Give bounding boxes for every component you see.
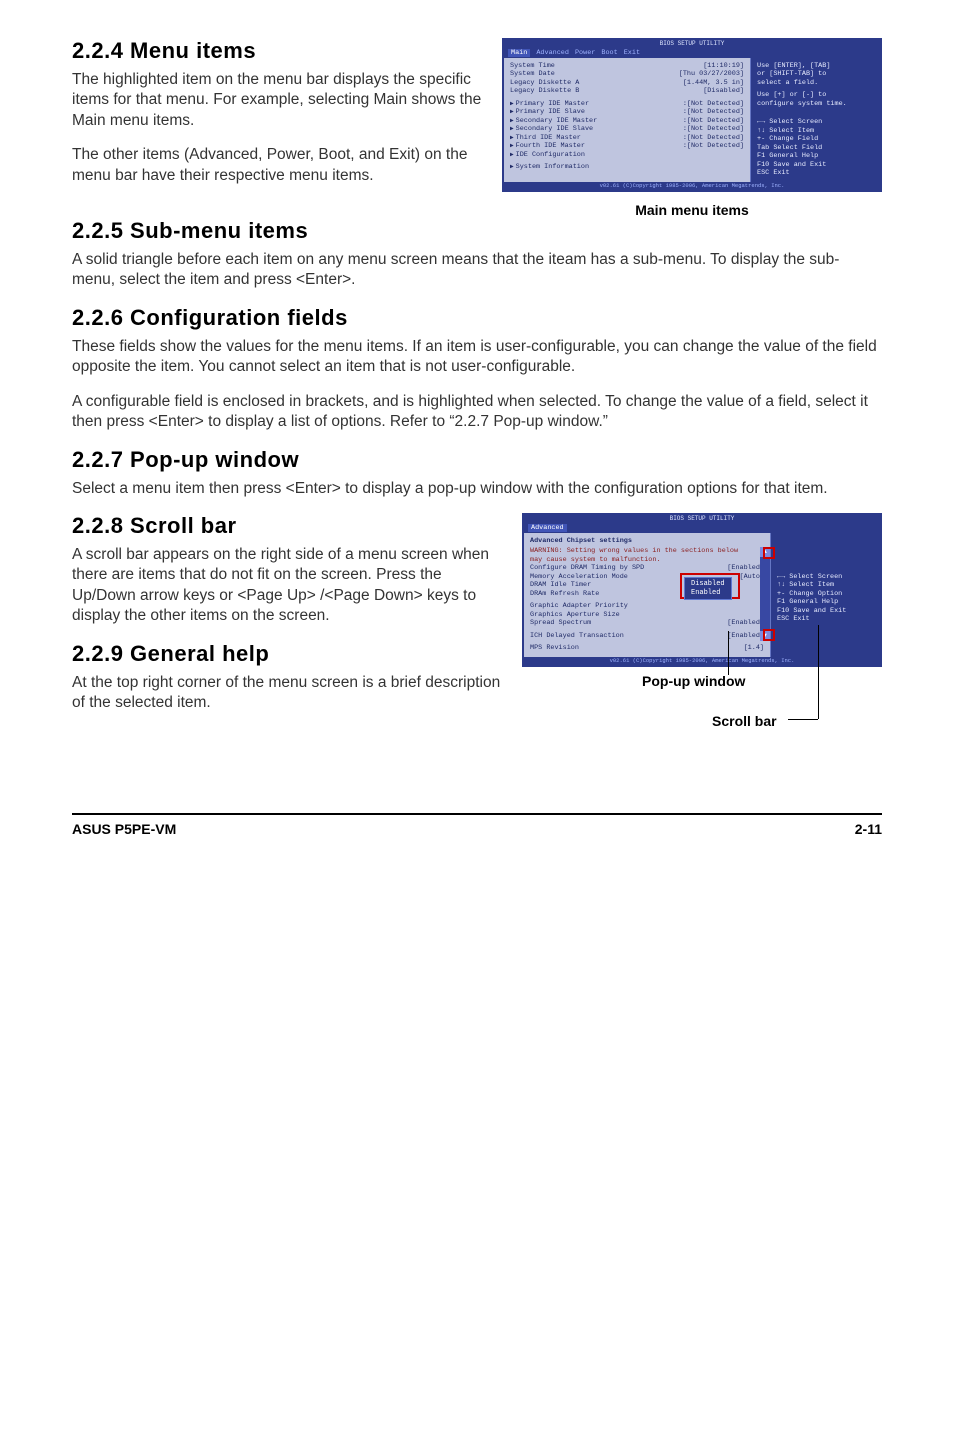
heading-228: 2.2.8 Scroll bar	[72, 513, 508, 539]
heading-224: 2.2.4 Menu items	[72, 38, 488, 64]
bios-field-value: :[Not Detected]	[683, 134, 744, 142]
bios-help-text: or [SHIFT-TAB] to	[757, 70, 874, 78]
bios-copyright: v02.61 (C)Copyright 1985-2006, American …	[504, 182, 880, 190]
bios-tabbar: Main Advanced Power Boot Exit	[504, 48, 880, 58]
bios-submenu-item: System Information	[516, 163, 744, 171]
bios-key-hint: ←→ Select Screen	[777, 573, 874, 581]
bios-tab: Advanced	[528, 524, 567, 532]
bios-warning-text: may cause system to malfunction.	[530, 556, 764, 564]
bios-field-label: Graphic Adapter Priority	[530, 602, 764, 610]
bios-field-label: ICH Delayed Transaction	[530, 632, 727, 640]
annotation-line	[728, 631, 729, 675]
bios-submenu-item: Primary IDE Master	[516, 100, 683, 108]
bios-field-label: System Date	[510, 70, 679, 78]
bios-tab: Power	[575, 49, 595, 57]
figure-caption-main-menu: Main menu items	[502, 202, 882, 218]
bios-key-hint: Tab Select Field	[757, 144, 874, 152]
bios-field-value: :[Not Detected]	[683, 108, 744, 116]
bios-scrollbar: ▲ ▼	[760, 547, 770, 641]
bios-tab: Boot	[601, 49, 617, 57]
bios-key-hint: ↑↓ Select Item	[777, 581, 874, 589]
bios-field-value: :[Not Detected]	[683, 125, 744, 133]
bios-field-value: [Thu 03/27/2003]	[679, 70, 744, 78]
bios-submenu-item: Third IDE Master	[516, 134, 683, 142]
annotation-scroll-label: Scroll bar	[712, 713, 777, 729]
para-228-1: A scroll bar appears on the right side o…	[72, 545, 508, 627]
bios-key-hint: +- Change Option	[777, 590, 874, 598]
bios-left-pane: Advanced Chipset settings WARNING: Setti…	[524, 533, 770, 657]
bios-submenu-item: Secondary IDE Master	[516, 117, 683, 125]
footer-page-number: 2-11	[855, 821, 882, 837]
bios-key-hint: F10 Save and Exit	[777, 607, 874, 615]
bios-help-text: configure system time.	[757, 100, 874, 108]
bios-field-label: MPS Revision	[530, 644, 744, 652]
bios-tab: Advanced	[536, 49, 569, 57]
bios-field-value: [Enabled]	[727, 564, 764, 572]
bios-help-text: Use [+] or [-] to	[757, 91, 874, 99]
bios-popup-option: Enabled	[691, 589, 725, 598]
bios-field-value: [Enabled]	[727, 632, 764, 640]
bios-field-value: [Disabled]	[703, 87, 744, 95]
scroll-down-icon: ▼	[760, 631, 770, 641]
bios-field-label: Legacy Diskette A	[510, 79, 683, 87]
bios-help-text: select a field.	[757, 79, 874, 87]
bios-key-hint: ESC Exit	[777, 615, 874, 623]
bios-field-label: Spread Spectrum	[530, 619, 727, 627]
para-229-1: At the top right corner of the menu scre…	[72, 673, 508, 714]
bios-field-value: :[Not Detected]	[683, 142, 744, 150]
bios-field-label: System Time	[510, 62, 703, 70]
footer-product: ASUS P5PE-VM	[72, 821, 176, 837]
bios-key-hint: ESC Exit	[757, 169, 874, 177]
para-224-2: The other items (Advanced, Power, Boot, …	[72, 145, 488, 186]
bios-key-hint: +- Change Field	[757, 135, 874, 143]
bios-popup-option: Disabled	[691, 580, 725, 589]
bios-field-value: [11:10:19]	[703, 62, 744, 70]
para-227-1: Select a menu item then press <Enter> to…	[72, 479, 882, 499]
annotation-popup-label: Pop-up window	[642, 673, 745, 689]
para-226-2: A configurable field is enclosed in brac…	[72, 392, 882, 433]
para-225-1: A solid triangle before each item on any…	[72, 250, 882, 291]
bios-submenu-item: Fourth IDE Master	[516, 142, 683, 150]
bios-field-value: :[Not Detected]	[683, 100, 744, 108]
bios-key-hint: F1 General Help	[777, 598, 874, 606]
bios-tab: Main	[508, 49, 530, 57]
bios-field-label: Graphics Aperture Size	[530, 611, 764, 619]
bios-key-hint: ←→ Select Screen	[757, 118, 874, 126]
para-226-1: These fields show the values for the men…	[72, 337, 882, 378]
annotation-line	[788, 719, 818, 720]
bios-key-hint: F1 General Help	[757, 152, 874, 160]
bios-main-screenshot: BIOS SETUP UTILITY Main Advanced Power B…	[502, 38, 882, 192]
heading-225: 2.2.5 Sub-menu items	[72, 218, 882, 244]
bios-title: BIOS SETUP UTILITY	[524, 515, 880, 523]
bios-advanced-screenshot: BIOS SETUP UTILITY Advanced Advanced Chi…	[522, 513, 882, 667]
annotation-line	[818, 625, 819, 719]
bios-field-value: :[Not Detected]	[683, 117, 744, 125]
heading-226: 2.2.6 Configuration fields	[72, 305, 882, 331]
bios-left-pane: System Time[11:10:19] System Date[Thu 03…	[504, 58, 750, 182]
bios-field-label: Legacy Diskette B	[510, 87, 703, 95]
bios-copyright: v02.61 (C)Copyright 1985-2006, American …	[524, 657, 880, 665]
bios-help-pane: Use [ENTER], [TAB] or [SHIFT-TAB] to sel…	[750, 58, 880, 182]
bios-tab: Exit	[624, 49, 640, 57]
bios-help-text: Use [ENTER], [TAB]	[757, 62, 874, 70]
bios-field-value: [1.44M, 3.5 in]	[683, 79, 744, 87]
bios-field-label: Configure DRAM Timing by SPD	[530, 564, 727, 572]
bios-key-hint: F10 Save and Exit	[757, 161, 874, 169]
heading-227: 2.2.7 Pop-up window	[72, 447, 882, 473]
bios-popup-window: Disabled Enabled	[684, 577, 732, 601]
bios-key-hint: ↑↓ Select Item	[757, 127, 874, 135]
bios-field-value: [Enabled]	[727, 619, 764, 627]
bios-warning-text: WARNING: Setting wrong values in the sec…	[530, 547, 764, 555]
bios-help-pane: ←→ Select Screen ↑↓ Select Item +- Chang…	[770, 533, 880, 657]
bios-section-header: Advanced Chipset settings	[530, 537, 764, 545]
bios-submenu-item: IDE Configuration	[516, 151, 744, 159]
bios-title: BIOS SETUP UTILITY	[504, 40, 880, 48]
bios-field-value: [1.4]	[744, 644, 764, 652]
scroll-up-icon: ▲	[760, 547, 770, 557]
para-224-1: The highlighted item on the menu bar dis…	[72, 70, 488, 131]
bios-submenu-item: Secondary IDE Slave	[516, 125, 683, 133]
heading-229: 2.2.9 General help	[72, 641, 508, 667]
bios-submenu-item: Primary IDE Slave	[516, 108, 683, 116]
bios-tabbar: Advanced	[524, 523, 880, 533]
